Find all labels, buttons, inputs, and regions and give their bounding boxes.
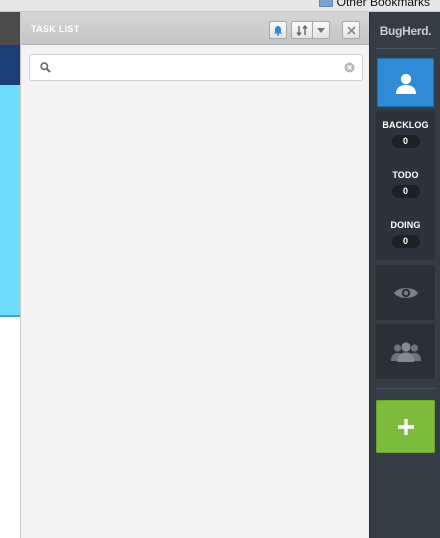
plus-icon (397, 418, 414, 435)
status-doing[interactable]: DOING 0 (376, 220, 435, 249)
notifications-button[interactable] (269, 21, 287, 39)
status-todo[interactable]: TODO 0 (376, 170, 435, 199)
sort-button[interactable] (291, 21, 313, 39)
status-count: 0 (391, 185, 420, 198)
page-top-bar (0, 12, 20, 45)
status-label: TODO (392, 170, 419, 180)
other-bookmarks-label: Other Bookmarks (336, 0, 430, 9)
user-button[interactable] (377, 58, 434, 107)
brand-logo: BugHerd. (379, 24, 432, 38)
page-nav-bar (0, 45, 20, 85)
bell-icon (274, 25, 282, 36)
status-backlog[interactable]: BACKLOG 0 (376, 120, 435, 149)
other-bookmarks[interactable]: Other Bookmarks (318, 0, 430, 9)
search-input[interactable] (58, 59, 338, 77)
folder-icon (318, 0, 333, 7)
view-button[interactable] (376, 265, 435, 320)
task-list-panel: TASK LIST (20, 12, 369, 538)
close-button[interactable] (342, 21, 360, 39)
panel-header: TASK LIST (21, 12, 369, 45)
browser-bookmarks-bar: Other Bookmarks (0, 0, 440, 12)
sort-dropdown-button[interactable] (312, 21, 330, 39)
page-hero-section (0, 85, 20, 317)
divider (376, 388, 435, 389)
close-icon (346, 25, 356, 35)
clear-icon[interactable] (344, 62, 355, 73)
chevron-down-icon (317, 27, 325, 33)
panel-title: TASK LIST (31, 24, 80, 34)
bugherd-sidebar: BugHerd. BACKLOG 0 TODO 0 DOING 0 (369, 12, 440, 538)
status-count: 0 (391, 235, 420, 248)
eye-icon (393, 287, 418, 298)
status-label: BACKLOG (382, 120, 429, 130)
page-body (0, 319, 20, 538)
search-box[interactable] (29, 54, 363, 81)
task-list (21, 90, 369, 538)
status-label: DOING (390, 220, 421, 230)
team-icon (390, 341, 421, 362)
add-task-button[interactable] (376, 400, 435, 453)
user-icon (395, 73, 416, 94)
divider (376, 48, 435, 49)
task-status-summary: BACKLOG 0 TODO 0 DOING 0 (376, 110, 435, 260)
sort-icon (296, 24, 308, 36)
team-button[interactable] (376, 324, 435, 379)
search-icon (40, 62, 51, 73)
status-count: 0 (391, 135, 420, 148)
